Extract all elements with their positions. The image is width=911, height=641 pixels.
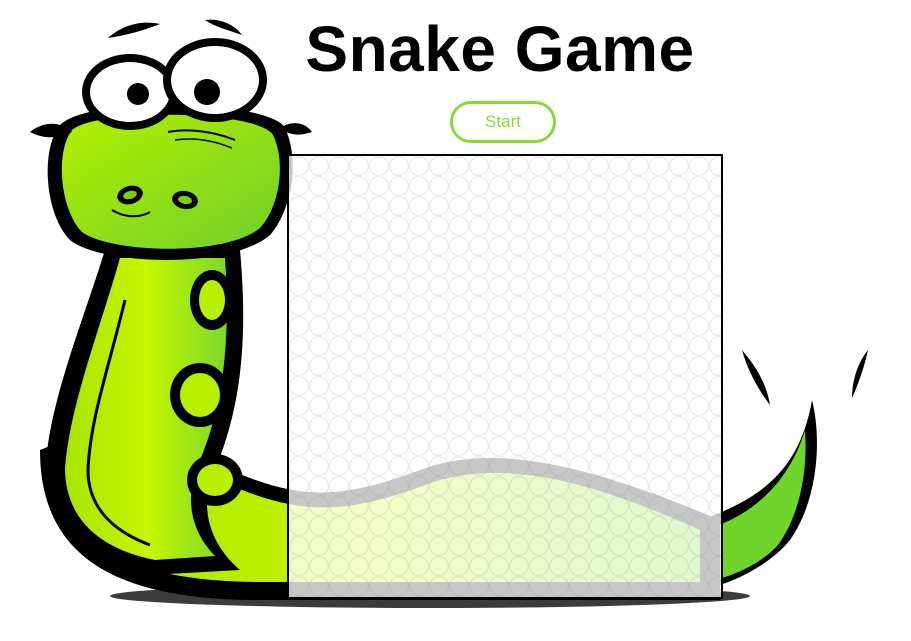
start-button[interactable]: Start: [450, 101, 556, 143]
game-board[interactable]: [287, 154, 723, 599]
page-title: Snake Game: [305, 13, 695, 85]
